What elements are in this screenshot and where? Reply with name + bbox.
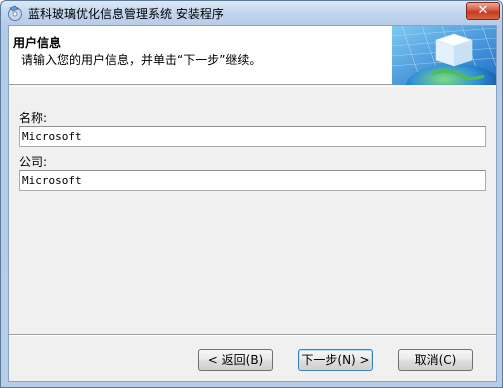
dialog-client-area: 用户信息 请输入您的用户信息，并单击“下一步”继续。 名称: Microsoft… bbox=[8, 25, 497, 382]
company-label: 公司: bbox=[19, 155, 48, 169]
page-title: 用户信息 bbox=[13, 36, 62, 50]
name-input[interactable]: Microsoft bbox=[19, 126, 486, 147]
cancel-button[interactable]: 取消(C) bbox=[398, 349, 473, 371]
close-icon: ✕ bbox=[477, 3, 489, 18]
back-button[interactable]: < 返回(B) bbox=[198, 349, 273, 371]
installer-disc-icon bbox=[8, 5, 22, 21]
button-divider bbox=[9, 334, 496, 336]
name-label: 名称: bbox=[19, 111, 48, 125]
wizard-header: 用户信息 请输入您的用户信息，并单击“下一步”继续。 bbox=[9, 26, 496, 85]
globe-cube-banner bbox=[392, 26, 496, 85]
close-button[interactable]: ✕ bbox=[466, 2, 500, 20]
installer-window: 蓝科玻璃优化信息管理系统 安装程序 ✕ 用户信息 请输入您的用户信息，并单击“下… bbox=[0, 0, 503, 388]
next-button[interactable]: 下一步(N) > bbox=[298, 349, 373, 371]
company-input[interactable]: Microsoft bbox=[19, 170, 486, 191]
title-bar[interactable]: 蓝科玻璃优化信息管理系统 安装程序 ✕ bbox=[1, 1, 502, 25]
header-separator bbox=[9, 86, 496, 87]
window-title: 蓝科玻璃优化信息管理系统 安装程序 bbox=[28, 7, 224, 21]
page-subtitle: 请输入您的用户信息，并单击“下一步”继续。 bbox=[21, 53, 262, 67]
